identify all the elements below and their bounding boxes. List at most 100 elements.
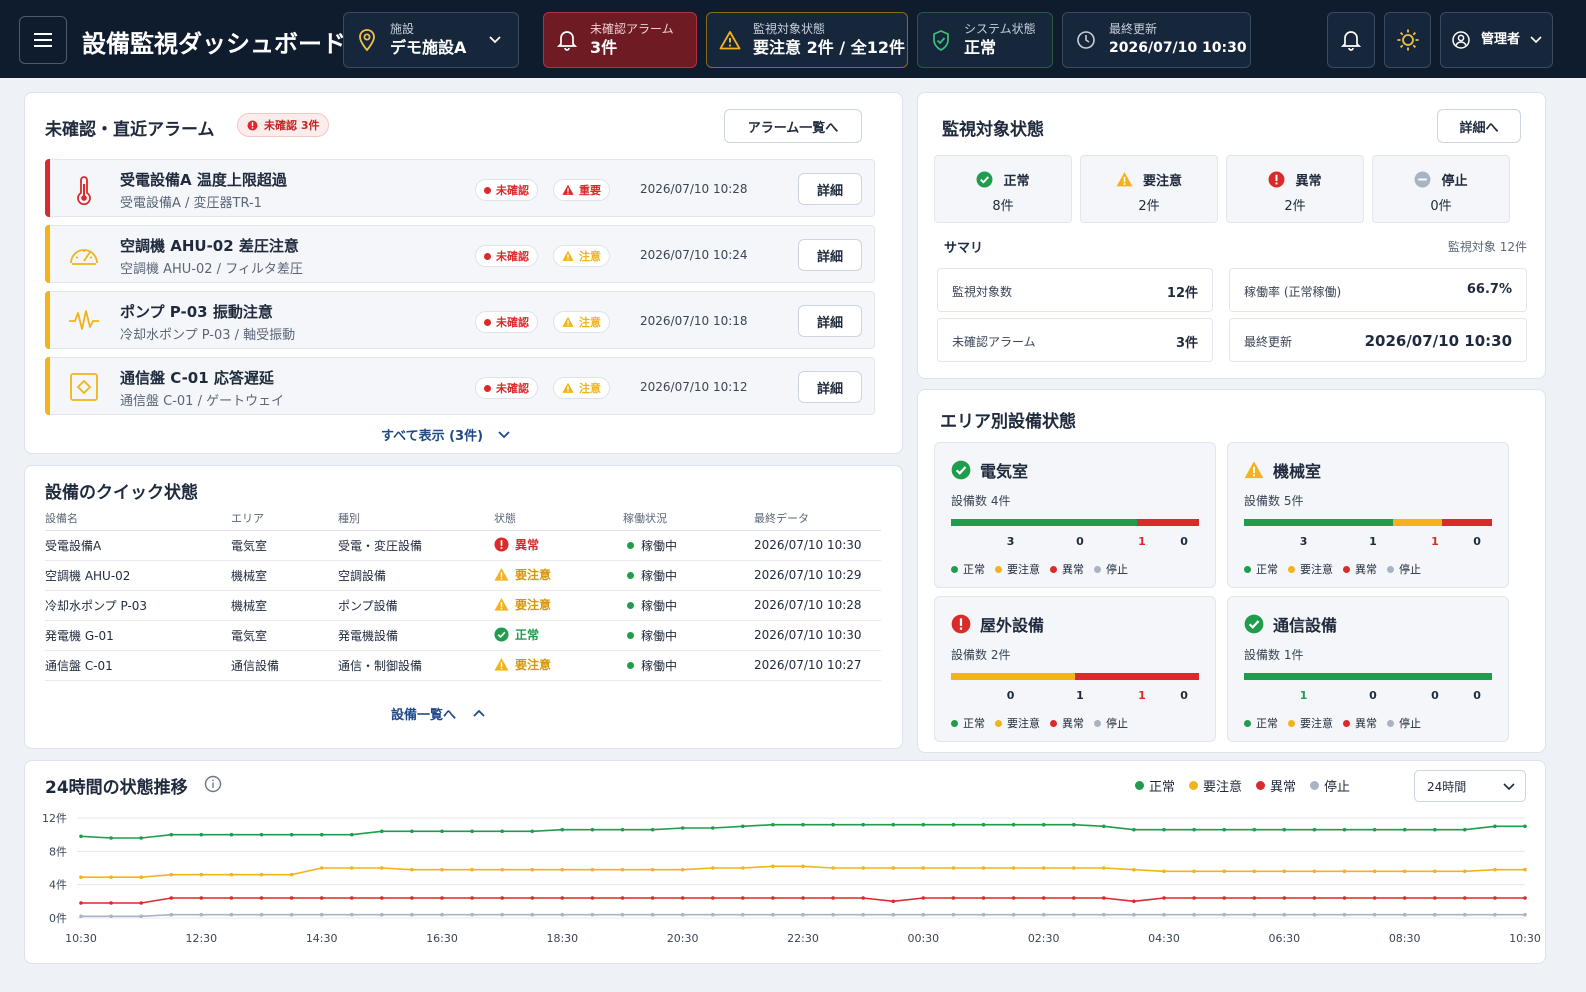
table-row[interactable]: 空調機 AHU-02 機械室 空調設備 要注意 稼働中 2026/07/10 10:29	[45, 560, 881, 591]
badge-text: 未確認 3件	[264, 119, 320, 132]
legend-item: 要注意	[1288, 561, 1333, 577]
data-point	[891, 899, 896, 904]
legend-dot	[951, 719, 958, 727]
menu-button[interactable]	[19, 16, 67, 64]
state-label: 正常	[515, 627, 540, 642]
target-status-panel: 監視対象状態 詳細へ 正常 8件 要注意 2件 異常 2件 停止 0件 サマリ 監視対象 12…	[917, 92, 1546, 379]
data-point	[771, 822, 775, 827]
bar-segment-ok	[1244, 519, 1393, 526]
cell-operation: 稼働中	[623, 620, 754, 651]
equipment-list-link[interactable]: 設備一覧へ	[391, 704, 486, 723]
data-point	[380, 896, 384, 900]
user-menu[interactable]: 管理者	[1440, 12, 1553, 68]
alarm-item[interactable]: 受電設備A 温度上限超過 受電設備A / 変圧器TR-1 未確認 重要 2026/07/…	[45, 159, 875, 217]
top-bar: 設備監視ダッシュボード 施設 デモ施設A 未確認アラーム 3件 監視対象状態 要…	[0, 0, 1586, 78]
legend-item: 停止	[1387, 561, 1421, 577]
data-point	[169, 872, 174, 877]
table-row[interactable]: 受電設備A 電気室 受電・変圧設備 異常 稼働中 2026/07/10 10:30	[45, 530, 881, 561]
status-count-error[interactable]: 異常 2件	[1226, 155, 1364, 223]
data-point	[1463, 896, 1467, 900]
alarm-detail-button[interactable]: 詳細	[798, 305, 862, 337]
legend-dot	[995, 719, 1002, 727]
data-point	[319, 832, 324, 837]
status-count-stop[interactable]: 停止 0件	[1372, 155, 1510, 223]
data-point	[771, 896, 775, 900]
legend-dot	[1387, 565, 1394, 573]
area-card[interactable]: 屋外設備 設備数 2件 0 1 1 0 正常 要注意 異常 停止	[934, 596, 1216, 742]
alarm-detail-button[interactable]: 詳細	[798, 371, 862, 403]
data-point	[410, 829, 414, 834]
data-point	[109, 901, 113, 905]
data-point	[410, 867, 414, 872]
area-card[interactable]: 機械室 設備数 5件 3 1 1 0 正常 要注意 異常 停止	[1227, 442, 1509, 588]
warning-icon	[494, 567, 509, 581]
running-dot	[627, 541, 634, 549]
notifications-button[interactable]	[1327, 12, 1375, 68]
alarms-panel-title: 未確認・直近アラーム	[45, 120, 215, 140]
status-count-warn[interactable]: 要注意 2件	[1080, 155, 1218, 223]
cell-name: 通信盤 C-01	[45, 650, 231, 681]
y-tick-label: 0件	[49, 912, 67, 925]
x-tick-label: 20:30	[667, 932, 699, 945]
area-status-title: エリア別設備状態	[940, 412, 1076, 432]
legend-item: 正常	[951, 561, 985, 577]
alarm-detail-button[interactable]: 詳細	[798, 173, 862, 205]
network-panel-icon	[70, 373, 98, 401]
summary-value: 12件	[1166, 286, 1198, 301]
status-count-ok[interactable]: 正常 8件	[934, 155, 1072, 223]
error-circle-icon	[1269, 171, 1285, 188]
unacknowledged-alarm-indicator[interactable]: 未確認アラーム 3件	[543, 12, 697, 68]
data-point	[259, 912, 264, 917]
alarm-item[interactable]: 通信盤 C-01 応答遅延 通信盤 C-01 / ゲートウェイ 未確認 注意 2026/…	[45, 357, 875, 415]
area-count-ok: 3	[1299, 535, 1308, 548]
data-point	[1463, 912, 1467, 917]
error-circle-icon	[951, 614, 971, 634]
data-point	[891, 866, 896, 870]
facility-selector[interactable]: 施設 デモ施設A	[343, 12, 519, 68]
alarm-item[interactable]: 空調機 AHU-02 差圧注意 空調機 AHU-02 / フィルタ差圧 未確認 注意 2…	[45, 225, 875, 283]
data-point	[1011, 912, 1016, 917]
data-point	[921, 896, 926, 900]
target-detail-button[interactable]: 詳細へ	[1437, 109, 1521, 143]
table-row[interactable]: 通信盤 C-01 通信設備 通信・制御設備 要注意 稼働中 2026/07/10 10:2…	[45, 650, 881, 681]
summary-key: 監視対象数	[952, 285, 1013, 299]
operation-label: 稼働中	[641, 658, 678, 673]
data-point	[771, 912, 775, 917]
status-count-label: 異常	[1295, 174, 1322, 189]
data-point	[1072, 912, 1076, 917]
x-tick-label: 04:30	[1148, 932, 1180, 945]
data-point	[1011, 896, 1016, 900]
alarm-list-button[interactable]: アラーム一覧へ	[724, 109, 862, 143]
theme-toggle-button[interactable]	[1384, 12, 1431, 68]
legend-dot	[1050, 719, 1057, 727]
area-card[interactable]: 電気室 設備数 4件 3 0 1 0 正常 要注意 異常 停止	[934, 442, 1216, 588]
data-point	[1463, 827, 1467, 832]
data-point	[1102, 912, 1106, 917]
table-row[interactable]: 冷却水ポンプ P-03 機械室 ポンプ設備 要注意 稼働中 2026/07/10 10:2…	[45, 590, 881, 621]
user-avatar-icon	[1441, 31, 1481, 49]
data-point	[229, 912, 234, 917]
alarm-detail-button[interactable]: 詳細	[798, 239, 862, 271]
data-point	[470, 829, 474, 834]
alarm-time: 2026/07/10 10:24	[640, 248, 748, 262]
pill-label: 注意	[579, 250, 601, 263]
show-all-alarms-link[interactable]: すべて表示 (3件)	[381, 425, 511, 444]
status-count-value: 0件	[1430, 199, 1452, 214]
legend-label: 停止	[1399, 563, 1421, 576]
cell-state: 要注意	[494, 590, 623, 621]
area-card[interactable]: 通信設備 設備数 1件 1 0 0 0 正常 要注意 異常 停止	[1227, 596, 1509, 742]
y-tick-label: 4件	[49, 879, 67, 892]
gauge-icon	[70, 249, 98, 265]
status-dot	[484, 384, 491, 392]
data-point	[741, 824, 745, 829]
target-status-indicator[interactable]: 監視対象状態 要注意 2件 / 全12件	[706, 12, 908, 68]
data-point	[380, 829, 384, 834]
show-all-label: すべて表示 (3件)	[381, 429, 484, 444]
data-point	[981, 866, 986, 870]
alarm-item[interactable]: ポンプ P-03 振動注意 冷却水ポンプ P-03 / 軸受振動 未確認 注意 2026…	[45, 291, 875, 349]
pill-label: 重要	[579, 184, 601, 197]
alarm-title: 空調機 AHU-02 差圧注意	[120, 237, 299, 255]
table-row[interactable]: 発電機 G-01 電気室 発電機設備 正常 稼働中 2026/07/10 10:30	[45, 620, 881, 651]
legend-label: 停止	[1106, 717, 1128, 730]
data-point	[861, 896, 865, 900]
